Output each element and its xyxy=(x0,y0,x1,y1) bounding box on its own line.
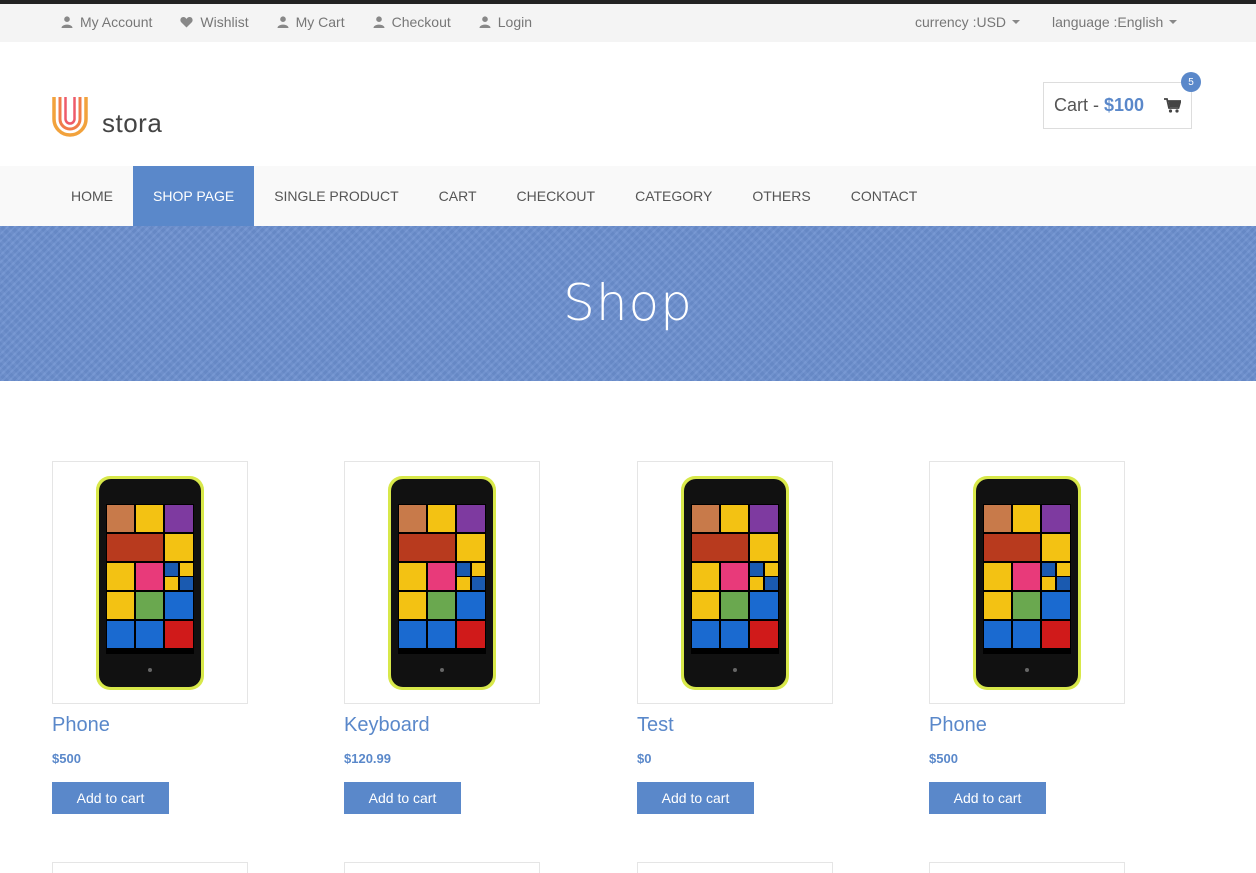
site-logo[interactable]: stora xyxy=(52,95,163,138)
product-image[interactable] xyxy=(52,862,248,873)
product-name[interactable]: Keyboard xyxy=(344,714,540,737)
add-to-cart-button[interactable]: Add to cart xyxy=(52,782,169,814)
nav-item-contact[interactable]: CONTACT xyxy=(831,166,938,226)
product-price: $0 xyxy=(637,751,652,766)
phone-image-icon xyxy=(388,475,496,690)
product-image[interactable] xyxy=(344,461,540,704)
phone-image-icon xyxy=(96,475,204,690)
product-name[interactable]: Phone xyxy=(52,714,248,737)
nav-item-cart[interactable]: CART xyxy=(419,166,497,226)
caret-down-icon xyxy=(1169,20,1178,24)
wishlist-label: Wishlist xyxy=(200,14,249,30)
product-card: Phone $500 Add to cart xyxy=(52,461,248,814)
product-image[interactable] xyxy=(637,461,833,704)
header-cart-button[interactable]: Cart - $100 xyxy=(1043,82,1192,129)
product-price: $500 xyxy=(52,751,81,766)
logo-u-icon xyxy=(52,97,88,137)
product-card: Keyboard $120.99 Add to cart xyxy=(344,461,540,814)
nav-item-category[interactable]: CATEGORY xyxy=(615,166,732,226)
site-header: stora Cart - $100 xyxy=(0,42,1256,166)
language-label: language :English xyxy=(1052,14,1164,30)
add-to-cart-button[interactable]: Add to cart xyxy=(637,782,754,814)
product-price: $500 xyxy=(929,751,958,766)
product-image[interactable] xyxy=(929,461,1125,704)
account-links: My Account Wishlist My Cart Checkout Log… xyxy=(61,14,560,30)
nav-item-single-product[interactable]: SINGLE PRODUCT xyxy=(254,166,418,226)
user-icon xyxy=(373,16,385,28)
checkout-label: Checkout xyxy=(391,14,451,30)
nav-item-checkout[interactable]: CHECKOUT xyxy=(497,166,616,226)
product-image[interactable] xyxy=(929,862,1125,873)
product-card: Test $0 Add to cart xyxy=(637,461,833,814)
my-account-label: My Account xyxy=(80,14,153,30)
currency-dropdown[interactable]: currency :USD xyxy=(915,14,1021,30)
currency-label: currency :USD xyxy=(915,14,1007,30)
my-account-link[interactable]: My Account xyxy=(61,14,152,30)
phone-image-icon xyxy=(973,475,1081,690)
nav-item-shop-page[interactable]: SHOP PAGE xyxy=(133,166,255,226)
language-dropdown[interactable]: language :English xyxy=(1052,14,1178,30)
login-link[interactable]: Login xyxy=(479,14,532,30)
caret-down-icon xyxy=(1012,20,1021,24)
user-icon xyxy=(61,16,73,28)
checkout-link[interactable]: Checkout xyxy=(373,14,451,30)
main-nav: HOME SHOP PAGE SINGLE PRODUCT CART CHECK… xyxy=(0,166,1256,226)
product-image[interactable] xyxy=(52,461,248,704)
user-icon xyxy=(479,16,491,28)
logo-text: stora xyxy=(102,108,163,138)
user-icon xyxy=(277,16,289,28)
top-bar: My Account Wishlist My Cart Checkout Log… xyxy=(0,0,1256,42)
product-image[interactable] xyxy=(637,862,833,873)
login-label: Login xyxy=(497,14,533,30)
product-card: Phone $500 Add to cart xyxy=(929,461,1125,814)
my-cart-link[interactable]: My Cart xyxy=(277,14,345,30)
my-cart-label: My Cart xyxy=(295,14,345,30)
cart-count-badge: 5 xyxy=(1181,72,1201,92)
add-to-cart-button[interactable]: Add to cart xyxy=(929,782,1046,814)
page-title: Shop xyxy=(563,274,693,332)
locale-selectors: currency :USD language :English xyxy=(915,14,1209,30)
nav-item-home[interactable]: HOME xyxy=(51,166,133,226)
cart-amount: $100 xyxy=(1104,95,1145,115)
product-name[interactable]: Phone xyxy=(929,714,1125,737)
wishlist-link[interactable]: Wishlist xyxy=(180,14,249,30)
page-banner: Shop xyxy=(0,226,1256,381)
heart-icon xyxy=(180,16,193,28)
phone-image-icon xyxy=(681,475,789,690)
shopping-cart-icon xyxy=(1164,98,1181,113)
nav-item-others[interactable]: OTHERS xyxy=(732,166,830,226)
product-name[interactable]: Test xyxy=(637,714,833,737)
product-price: $120.99 xyxy=(344,751,391,766)
add-to-cart-button[interactable]: Add to cart xyxy=(344,782,461,814)
product-image[interactable] xyxy=(344,862,540,873)
cart-label: Cart - xyxy=(1054,95,1099,115)
